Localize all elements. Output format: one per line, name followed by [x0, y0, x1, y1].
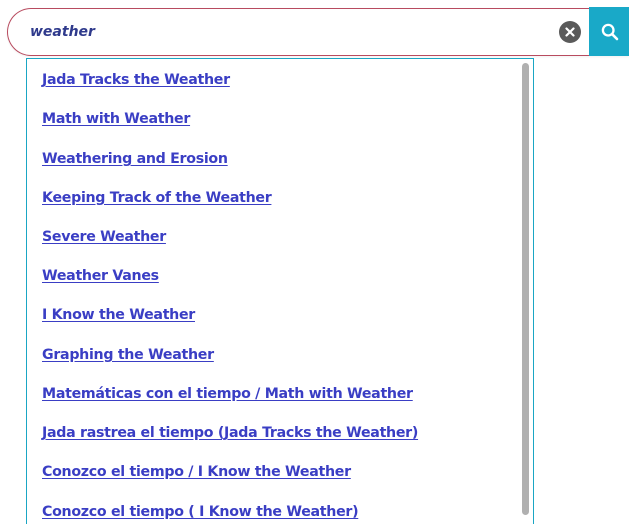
- suggestion-item: Severe Weather: [42, 225, 166, 247]
- search-widget: Jada Tracks the Weather Math with Weathe…: [0, 0, 629, 524]
- suggestion-item: Jada Tracks the Weather: [42, 68, 230, 90]
- search-bar: [7, 7, 629, 56]
- suggestion-item: I Know the Weather: [42, 303, 195, 325]
- scrollbar-thumb[interactable]: [522, 63, 529, 515]
- suggestion-item: Math with Weather: [42, 107, 190, 129]
- suggestion-item: Weather Vanes: [42, 264, 159, 286]
- suggestion-link-jada-tracks-the-weather[interactable]: Jada Tracks the Weather: [42, 72, 230, 88]
- suggestion-link-jada-rastrea-el-tiempo[interactable]: Jada rastrea el tiempo (Jada Tracks the …: [42, 425, 418, 441]
- suggestion-item: Conozco el tiempo / I Know the Weather: [42, 460, 351, 482]
- magnifier-icon: [601, 23, 619, 40]
- suggestion-link-matematicas-con-el-tiempo[interactable]: Matemáticas con el tiempo / Math with We…: [42, 386, 413, 402]
- clear-x-icon: [565, 27, 575, 37]
- search-button[interactable]: [589, 7, 629, 56]
- suggestion-link-weather-vanes[interactable]: Weather Vanes: [42, 268, 159, 284]
- suggestion-link-math-with-weather[interactable]: Math with Weather: [42, 111, 190, 127]
- suggestion-link-weathering-and-erosion[interactable]: Weathering and Erosion: [42, 151, 228, 167]
- suggestion-link-conozco-el-tiempo-paren[interactable]: Conozco el tiempo ( I Know the Weather): [42, 504, 359, 520]
- suggestion-item: Jada rastrea el tiempo (Jada Tracks the …: [42, 421, 418, 443]
- suggestion-link-conozco-el-tiempo-slash[interactable]: Conozco el tiempo / I Know the Weather: [42, 464, 351, 480]
- suggestion-link-i-know-the-weather[interactable]: I Know the Weather: [42, 307, 195, 323]
- suggestion-link-graphing-the-weather[interactable]: Graphing the Weather: [42, 347, 214, 363]
- suggestion-item: Conozco el tiempo ( I Know the Weather): [42, 500, 359, 522]
- suggestion-link-severe-weather[interactable]: Severe Weather: [42, 229, 166, 245]
- suggestion-link-keeping-track-of-the-weather[interactable]: Keeping Track of the Weather: [42, 190, 272, 206]
- suggestion-item: Keeping Track of the Weather: [42, 186, 272, 208]
- suggestion-item: Matemáticas con el tiempo / Math with We…: [42, 382, 413, 404]
- suggestions-dropdown: Jada Tracks the Weather Math with Weathe…: [26, 58, 534, 524]
- clear-search-button[interactable]: [559, 21, 581, 43]
- suggestion-item: Weathering and Erosion: [42, 147, 228, 169]
- suggestion-item: Graphing the Weather: [42, 343, 214, 365]
- search-input[interactable]: [30, 9, 550, 54]
- dropdown-scrollbar[interactable]: [518, 59, 532, 524]
